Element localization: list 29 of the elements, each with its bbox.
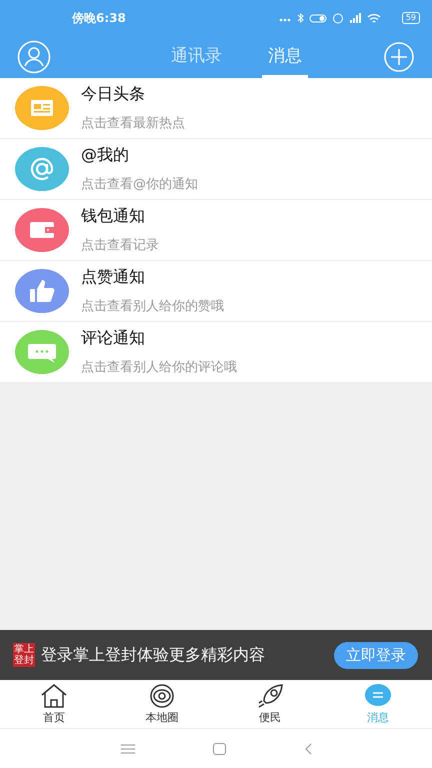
chat-icon	[363, 683, 393, 709]
message-item[interactable]: 评论通知 点击查看别人给你的评论哦	[0, 322, 432, 383]
home-square-icon[interactable]	[212, 742, 226, 754]
message-subtitle: 点击查看@你的通知	[81, 176, 198, 193]
back-icon[interactable]	[304, 742, 312, 754]
app-logo: 掌上登封	[13, 643, 35, 667]
home-icon	[39, 683, 69, 709]
menu-icon[interactable]	[120, 744, 134, 754]
profile-icon[interactable]	[17, 40, 51, 74]
message-title: 今日头条	[81, 84, 146, 105]
message-title: 评论通知	[81, 328, 146, 349]
banner-text: 登录掌上登封体验更多精彩内容	[41, 644, 266, 666]
message-subtitle: 点击查看别人给你的评论哦	[81, 359, 237, 376]
message-title: 钱包通知	[81, 206, 146, 227]
message-title: @我的	[81, 145, 130, 166]
message-item[interactable]: @我的 点击查看@你的通知	[0, 139, 432, 200]
tab-bar-item[interactable]: 首页	[0, 680, 108, 728]
message-title: 点赞通知	[81, 267, 146, 288]
status-time: 傍晚6:38	[72, 10, 126, 26]
tab-bar-item[interactable]: 本地圈	[108, 680, 216, 728]
add-icon[interactable]	[384, 42, 414, 72]
tab-bar-item[interactable]: 便民	[216, 680, 324, 728]
message-subtitle: 点击查看最新热点	[81, 115, 185, 132]
message-subtitle: 点击查看记录	[81, 237, 159, 254]
message-item[interactable]: 钱包通知 点击查看记录	[0, 200, 432, 261]
message-subtitle: 点击查看别人给你的赞哦	[81, 298, 224, 315]
message-item[interactable]: 今日头条 点击查看最新热点	[0, 78, 432, 139]
battery-level: 59	[402, 12, 420, 24]
message-item[interactable]: 点赞通知 点击查看别人给你的赞哦	[0, 261, 432, 322]
